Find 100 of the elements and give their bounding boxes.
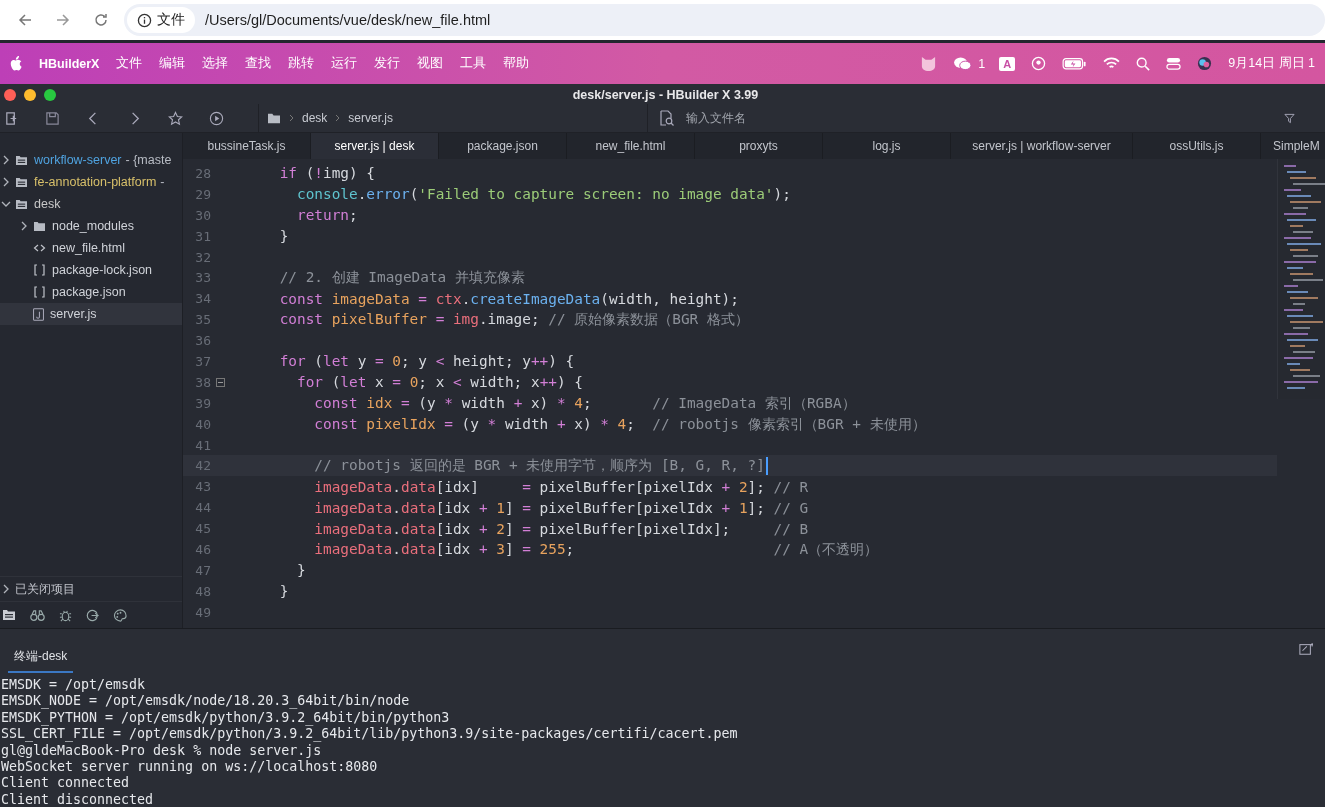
file-item[interactable]: package.json — [0, 281, 182, 303]
star-icon[interactable] — [168, 110, 183, 126]
code-line: for (let y = 0; y < height; y++) { — [278, 353, 575, 370]
terminal-line: gl@gldeMacBook-Pro desk % node server.js — [0, 742, 323, 760]
git-icon[interactable] — [86, 608, 99, 622]
editor-tab[interactable]: proxyts — [695, 133, 823, 159]
line-number: 42 — [194, 458, 211, 474]
menu-item[interactable]: 文件 — [116, 55, 143, 72]
line-number: 29 — [194, 186, 211, 202]
breadcrumb-item[interactable]: server.js — [348, 111, 394, 125]
menu-item[interactable]: 工具 — [460, 55, 487, 72]
line-number: 48 — [194, 583, 211, 599]
chevron-icon[interactable] — [3, 155, 9, 165]
line-number: 33 — [194, 270, 211, 286]
address-bar[interactable]: 文件 /Users/gl/Documents/vue/desk/new_file.html — [124, 4, 1325, 36]
editor-tab[interactable]: package.json — [439, 133, 567, 159]
project-icon — [15, 176, 28, 188]
close-button[interactable] — [4, 89, 16, 101]
menu-item[interactable]: 查找 — [245, 55, 272, 72]
filter-icon[interactable] — [1284, 112, 1295, 124]
file-item[interactable]: server.js — [0, 303, 182, 325]
editor-tab[interactable]: server.js | desk — [311, 133, 439, 159]
palette-icon[interactable] — [113, 608, 128, 622]
line-number: 45 — [194, 521, 211, 537]
square-brackets-icon — [33, 264, 46, 276]
code-line: } — [278, 583, 289, 600]
menu-item[interactable]: 视图 — [417, 55, 444, 72]
apple-logo-icon[interactable] — [10, 56, 23, 71]
user-icon[interactable] — [1031, 56, 1047, 71]
file-item[interactable]: package-lock.json — [0, 259, 182, 281]
chevron-icon[interactable] — [3, 584, 9, 594]
line-number: 37 — [194, 353, 211, 369]
minimap[interactable] — [1277, 159, 1325, 399]
file-search-field[interactable]: 输入文件名 — [686, 110, 986, 126]
code-line: return; — [295, 207, 358, 224]
binoculars-icon[interactable] — [30, 609, 45, 621]
file-item[interactable]: node_modules — [0, 215, 182, 237]
code-line: if (!img) { — [278, 165, 375, 182]
files-icon[interactable] — [2, 609, 16, 621]
line-number: 39 — [194, 395, 211, 411]
wifi-icon[interactable] — [1103, 57, 1121, 70]
project-item[interactable]: fe-annotation-platform - — [0, 171, 182, 193]
project-icon — [15, 198, 28, 210]
line-number: 30 — [194, 207, 211, 223]
line-number: 46 — [194, 541, 211, 557]
terminal-line: SSL_CERT_FILE = /opt/emsdk/python/3.9.2_64bit/lib/python3.9/site-packages/certifi/cacert.pem — [0, 726, 739, 743]
menu-item[interactable]: 跳转 — [288, 55, 315, 72]
menu-item[interactable]: 发行 — [374, 55, 401, 72]
editor-tab[interactable]: server.js | workflow-server — [951, 133, 1133, 159]
project-item[interactable]: workflow-server - {maste — [0, 149, 182, 171]
editor-tab[interactable]: SimpleM — [1261, 133, 1325, 159]
line-number: 34 — [194, 291, 211, 307]
run-icon[interactable] — [209, 110, 224, 126]
code-brackets-icon — [33, 243, 46, 253]
battery-icon[interactable] — [1062, 57, 1088, 70]
code-line: // 2. 创建 ImageData 并填充像素 — [278, 268, 525, 288]
menu-item[interactable]: 帮助 — [503, 55, 530, 72]
terminal-line: WebSocket server running on ws://localhost:8080 — [0, 759, 379, 776]
editor-tab[interactable]: log.js — [823, 133, 951, 159]
project-item[interactable]: desk — [0, 193, 182, 215]
reload-icon[interactable] — [93, 12, 109, 28]
code-line: const pixelBuffer = img.image; // 原始像素数据（BGR 格式） — [278, 310, 749, 330]
minimize-button[interactable] — [24, 89, 36, 101]
file-item[interactable]: new_file.html — [0, 237, 182, 259]
search-icon[interactable] — [1136, 56, 1151, 71]
fold-icon[interactable] — [215, 377, 225, 387]
save-icon[interactable] — [45, 110, 60, 126]
info-icon — [137, 12, 152, 28]
menu-item[interactable]: 选择 — [202, 55, 229, 72]
menu-item[interactable]: 编辑 — [159, 55, 186, 72]
site-info-badge[interactable]: 文件 — [127, 7, 195, 33]
terminal-tab[interactable]: 终端-desk — [8, 637, 74, 673]
menu-bar-clock: 9月14日 周日 1 — [1228, 55, 1315, 72]
input-method-indicator[interactable]: A — [999, 56, 1016, 71]
forward-icon[interactable] — [55, 12, 71, 28]
editor-tab[interactable]: ossUtils.js — [1133, 133, 1261, 159]
code-line: imageData.data[idx + 3] = 255; // A（不透明） — [313, 539, 879, 559]
back-icon[interactable] — [17, 12, 33, 28]
menu-item[interactable]: 运行 — [331, 55, 358, 72]
terminal-line: Client connected — [0, 775, 131, 792]
chat-icon[interactable] — [953, 56, 973, 71]
line-number: 36 — [194, 333, 211, 349]
app-menu[interactable]: HBuilderX — [39, 56, 100, 71]
breadcrumb-item[interactable]: desk — [302, 111, 328, 125]
line-number: 47 — [194, 562, 211, 578]
closed-projects-item[interactable]: 已关闭项目 — [0, 576, 182, 601]
maximize-button[interactable] — [44, 89, 56, 101]
new-file-icon[interactable] — [4, 110, 19, 126]
file-search-icon[interactable] — [658, 110, 674, 126]
code-line: const imageData = ctx.createImageData(width, height); — [278, 290, 739, 307]
bug-icon[interactable] — [59, 608, 72, 622]
chevron-icon[interactable] — [3, 177, 9, 187]
control-center-icon[interactable] — [1166, 56, 1182, 71]
editor-tab[interactable]: new_file.html — [567, 133, 695, 159]
line-number: 49 — [194, 604, 211, 620]
line-number: 43 — [194, 479, 211, 495]
chevron-icon[interactable] — [21, 221, 27, 231]
chevron-icon[interactable] — [1, 201, 11, 207]
terminal-options-icon[interactable] — [1299, 642, 1313, 656]
assistant-orb-icon[interactable] — [1197, 56, 1213, 71]
